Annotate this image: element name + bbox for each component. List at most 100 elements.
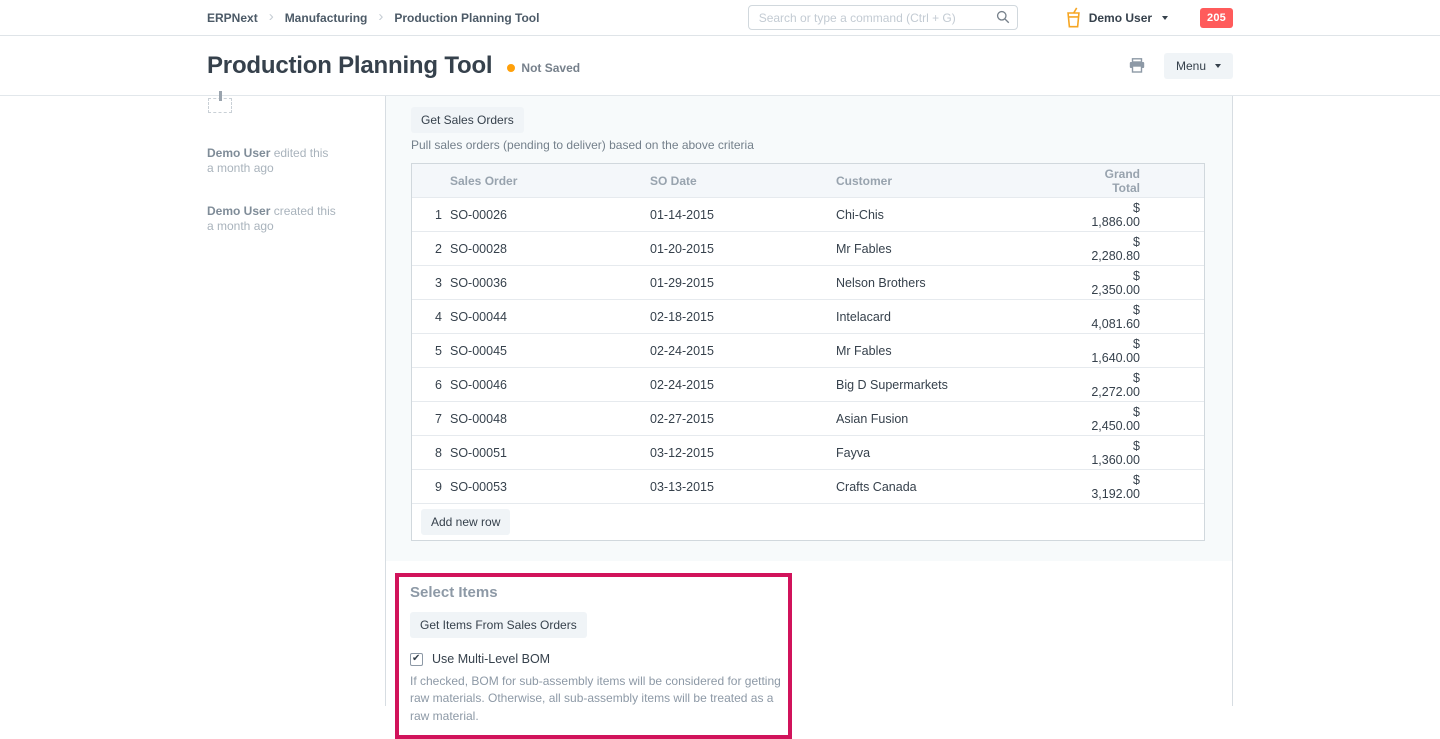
row-customer: Mr Fables bbox=[836, 344, 1086, 358]
use-multi-level-bom-checkbox[interactable] bbox=[410, 653, 423, 666]
menu-button-label: Menu bbox=[1176, 59, 1206, 73]
row-grand-total: $ 2,350.00 bbox=[1086, 269, 1148, 297]
row-sales-order: SO-00044 bbox=[450, 310, 650, 324]
chevron-right-icon: › bbox=[378, 9, 383, 24]
row-customer: Chi-Chis bbox=[836, 208, 1086, 222]
activity-edited: Demo User edited this a month ago bbox=[207, 146, 385, 176]
table-row[interactable]: 3 SO-00036 01-29-2015 Nelson Brothers $ … bbox=[412, 265, 1204, 299]
row-grand-total: $ 3,192.00 bbox=[1086, 473, 1148, 501]
select-items-section: Select Items Get Items From Sales Orders… bbox=[386, 561, 1232, 739]
row-customer: Big D Supermarkets bbox=[836, 378, 1086, 392]
use-multi-level-bom-label[interactable]: Use Multi-Level BOM bbox=[432, 652, 550, 666]
menu-button[interactable]: Menu bbox=[1164, 53, 1233, 79]
print-button[interactable] bbox=[1127, 56, 1147, 75]
row-so-date: 01-20-2015 bbox=[650, 242, 836, 256]
row-so-date: 02-24-2015 bbox=[650, 344, 836, 358]
row-sales-order: SO-00028 bbox=[450, 242, 650, 256]
row-index: 1 bbox=[412, 208, 450, 222]
row-customer: Intelacard bbox=[836, 310, 1086, 324]
breadcrumb: ERPNext › Manufacturing › Production Pla… bbox=[207, 10, 539, 25]
row-sales-order: SO-00026 bbox=[450, 208, 650, 222]
assign-placeholder[interactable] bbox=[208, 98, 232, 113]
global-search bbox=[748, 5, 1018, 30]
get-sales-orders-button[interactable]: Get Sales Orders bbox=[411, 107, 524, 133]
row-sales-order: SO-00045 bbox=[450, 344, 650, 358]
row-index: 2 bbox=[412, 242, 450, 256]
page-head: Production Planning Tool Not Saved Menu bbox=[0, 36, 1440, 96]
table-row[interactable]: 5 SO-00045 02-24-2015 Mr Fables $ 1,640.… bbox=[412, 333, 1204, 367]
breadcrumb-home[interactable]: ERPNext bbox=[207, 11, 258, 25]
table-row[interactable]: 1 SO-00026 01-14-2015 Chi-Chis $ 1,886.0… bbox=[412, 197, 1204, 231]
row-so-date: 03-12-2015 bbox=[650, 446, 836, 460]
printer-icon bbox=[1129, 61, 1145, 76]
search-icon bbox=[996, 10, 1010, 27]
row-grand-total: $ 4,081.60 bbox=[1086, 303, 1148, 331]
row-index: 6 bbox=[412, 378, 450, 392]
row-grand-total: $ 2,272.00 bbox=[1086, 371, 1148, 399]
activity-created: Demo User created this a month ago bbox=[207, 204, 385, 234]
not-saved-label: Not Saved bbox=[521, 61, 580, 75]
row-grand-total: $ 2,280.80 bbox=[1086, 235, 1148, 263]
breadcrumb-manufacturing[interactable]: Manufacturing bbox=[285, 11, 368, 25]
table-row[interactable]: 7 SO-00048 02-27-2015 Asian Fusion $ 2,4… bbox=[412, 401, 1204, 435]
bom-description-text: If checked, BOM for sub-assembly items w… bbox=[410, 673, 782, 725]
row-so-date: 01-29-2015 bbox=[650, 276, 836, 290]
row-index: 3 bbox=[412, 276, 450, 290]
sales-orders-helper-text: Pull sales orders (pending to deliver) b… bbox=[411, 138, 1205, 152]
row-index: 5 bbox=[412, 344, 450, 358]
use-multi-level-bom-row[interactable]: Use Multi-Level BOM bbox=[410, 652, 777, 666]
top-navbar: ERPNext › Manufacturing › Production Pla… bbox=[0, 0, 1440, 36]
table-row[interactable]: 6 SO-00046 02-24-2015 Big D Supermarkets… bbox=[412, 367, 1204, 401]
sales-order-table-body: 1 SO-00026 01-14-2015 Chi-Chis $ 1,886.0… bbox=[412, 197, 1204, 503]
row-customer: Mr Fables bbox=[836, 242, 1086, 256]
add-new-row-button[interactable]: Add new row bbox=[421, 509, 510, 535]
row-so-date: 01-14-2015 bbox=[650, 208, 836, 222]
row-so-date: 02-18-2015 bbox=[650, 310, 836, 324]
sales-orders-section: Get Sales Orders Pull sales orders (pend… bbox=[386, 96, 1232, 561]
breadcrumb-current-page[interactable]: Production Planning Tool bbox=[394, 11, 539, 25]
row-sales-order: SO-00053 bbox=[450, 480, 650, 494]
row-index: 7 bbox=[412, 412, 450, 426]
row-customer: Nelson Brothers bbox=[836, 276, 1086, 290]
user-menu[interactable]: Demo User bbox=[1066, 7, 1168, 28]
column-so-date: SO Date bbox=[650, 174, 836, 188]
row-grand-total: $ 1,886.00 bbox=[1086, 201, 1148, 229]
juice-glass-avatar-icon bbox=[1066, 7, 1081, 28]
table-row[interactable]: 4 SO-00044 02-18-2015 Intelacard $ 4,081… bbox=[412, 299, 1204, 333]
table-footer: Add new row bbox=[412, 503, 1204, 540]
notification-badge[interactable]: 205 bbox=[1200, 8, 1233, 28]
caret-down-icon bbox=[1162, 16, 1168, 20]
orange-dot-icon bbox=[507, 64, 515, 72]
column-sales-order: Sales Order bbox=[450, 174, 650, 188]
table-header-row: Sales Order SO Date Customer Grand Total bbox=[412, 164, 1204, 197]
get-items-from-sales-orders-button[interactable]: Get Items From Sales Orders bbox=[410, 612, 587, 638]
row-so-date: 02-27-2015 bbox=[650, 412, 836, 426]
table-row[interactable]: 8 SO-00051 03-12-2015 Fayva $ 1,360.00 bbox=[412, 435, 1204, 469]
row-so-date: 03-13-2015 bbox=[650, 480, 836, 494]
row-index: 9 bbox=[412, 480, 450, 494]
column-customer: Customer bbox=[836, 174, 1086, 188]
row-grand-total: $ 2,450.00 bbox=[1086, 405, 1148, 433]
row-sales-order: SO-00036 bbox=[450, 276, 650, 290]
row-customer: Fayva bbox=[836, 446, 1086, 460]
search-input[interactable] bbox=[748, 5, 1018, 30]
row-index: 8 bbox=[412, 446, 450, 460]
page-body: Demo User edited this a month ago Demo U… bbox=[0, 96, 1440, 706]
column-grand-total: Grand Total bbox=[1086, 167, 1148, 195]
form-sidebar: Demo User edited this a month ago Demo U… bbox=[207, 96, 385, 706]
chevron-right-icon: › bbox=[269, 9, 274, 24]
row-sales-order: SO-00048 bbox=[450, 412, 650, 426]
row-customer: Crafts Canada bbox=[836, 480, 1086, 494]
table-row[interactable]: 9 SO-00053 03-13-2015 Crafts Canada $ 3,… bbox=[412, 469, 1204, 503]
user-name: Demo User bbox=[1089, 11, 1152, 25]
row-sales-order: SO-00046 bbox=[450, 378, 650, 392]
table-row[interactable]: 2 SO-00028 01-20-2015 Mr Fables $ 2,280.… bbox=[412, 231, 1204, 265]
row-customer: Asian Fusion bbox=[836, 412, 1086, 426]
page-title: Production Planning Tool bbox=[207, 52, 492, 80]
row-grand-total: $ 1,360.00 bbox=[1086, 439, 1148, 467]
row-so-date: 02-24-2015 bbox=[650, 378, 836, 392]
form-main-column: Get Sales Orders Pull sales orders (pend… bbox=[385, 96, 1233, 706]
row-grand-total: $ 1,640.00 bbox=[1086, 337, 1148, 365]
row-index: 4 bbox=[412, 310, 450, 324]
not-saved-indicator: Not Saved bbox=[507, 57, 580, 75]
